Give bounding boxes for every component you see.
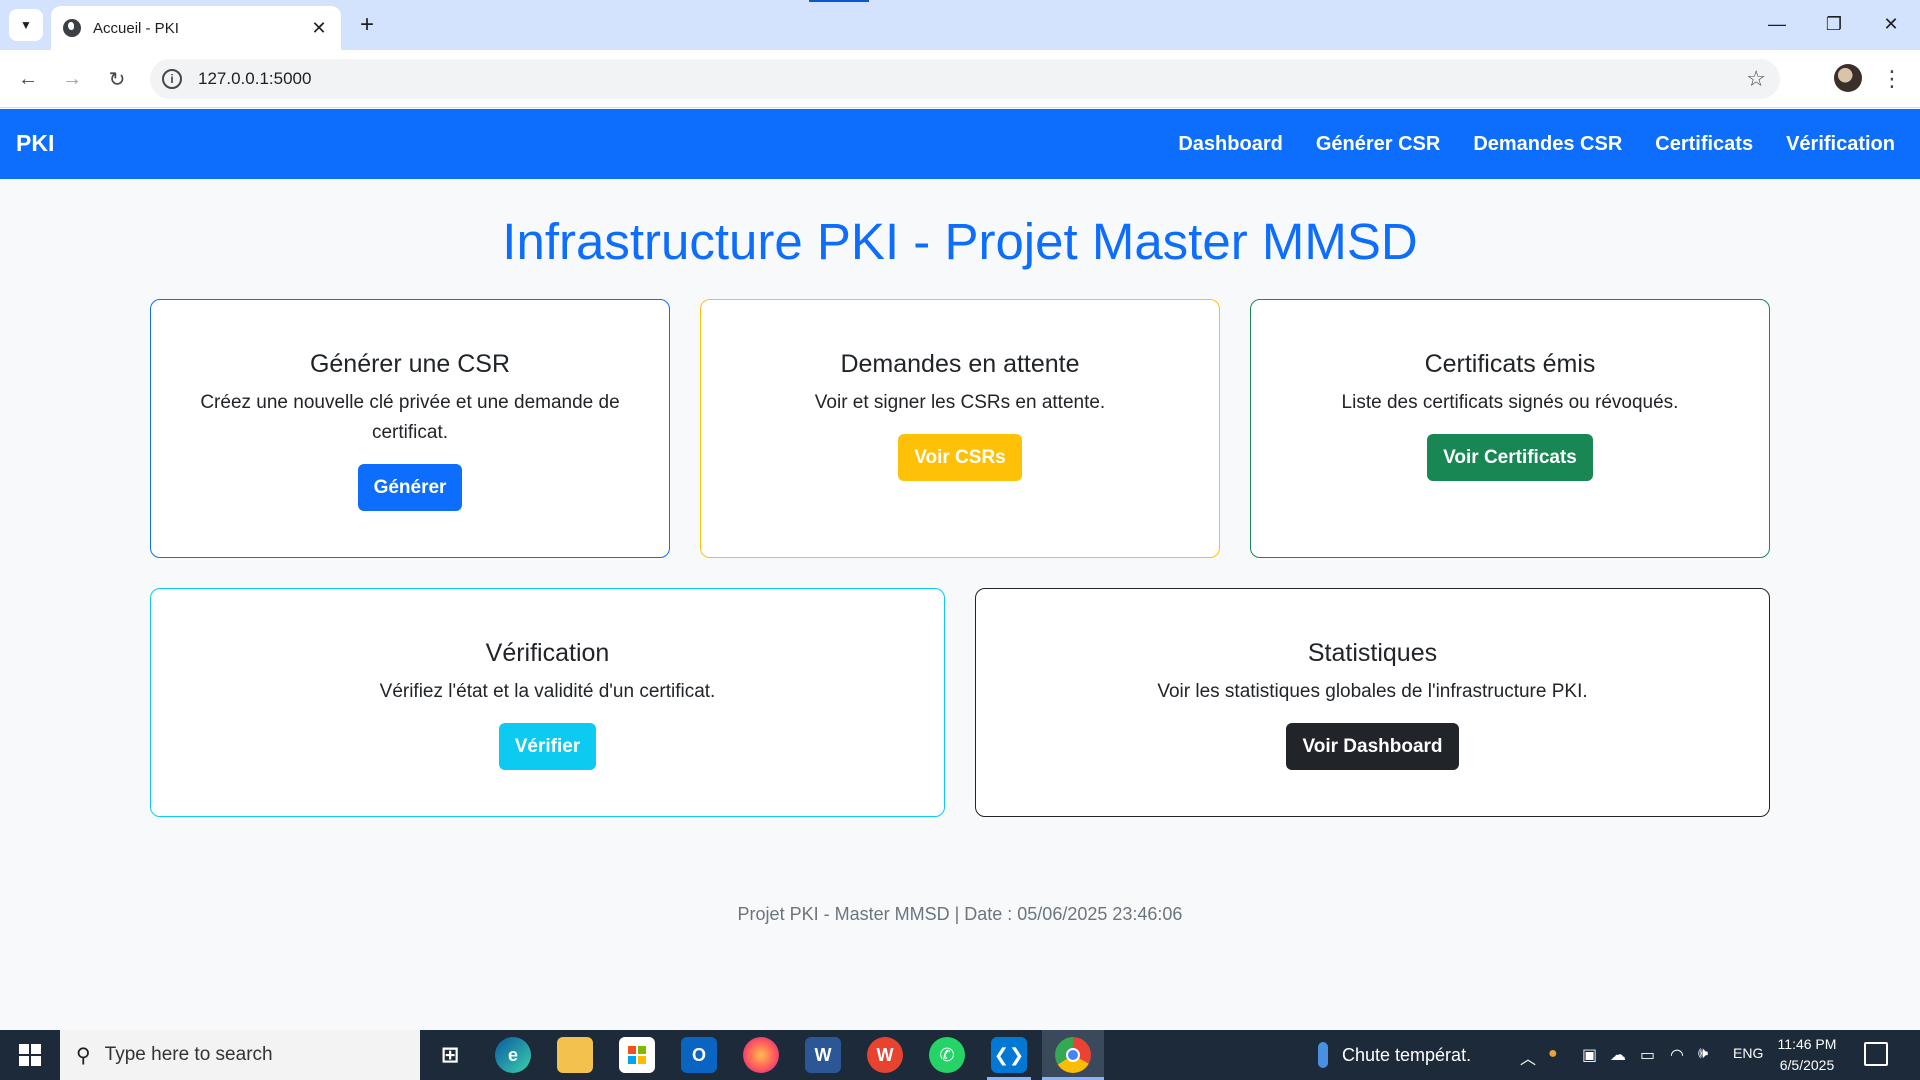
firefox-icon[interactable] [743,1037,779,1073]
page-footer: Projet PKI - Master MMSD | Date : 05/06/… [737,904,1183,924]
chevron-down-icon: ▼ [20,18,32,32]
microsoft-store-icon[interactable] [619,1037,655,1073]
verify-button[interactable]: Vérifier [498,723,597,770]
volume-icon[interactable]: 🕪 [1698,1045,1708,1063]
weather-widget[interactable]: Chute températ. [1318,1030,1471,1080]
onedrive-cloud-icon[interactable]: ☁ [1610,1045,1626,1065]
view-csrs-button[interactable]: Voir CSRs [898,434,1022,481]
address-bar[interactable]: i 127.0.0.1:5000 ☆ [150,59,1780,99]
file-explorer-icon[interactable] [557,1037,593,1073]
card-pending-requests: Demandes en attente Voir et signer les C… [700,299,1220,558]
nav-link-dashboard[interactable]: Dashboard [1178,133,1282,156]
language-indicator[interactable]: ENG [1733,1045,1763,1061]
restore-icon[interactable]: ❐ [1811,8,1857,40]
tray-app-icon[interactable]: ● [1548,1045,1558,1063]
weather-text: Chute températ. [1342,1044,1472,1065]
notification-center-icon[interactable] [1864,1042,1888,1066]
nav-link-generer-csr[interactable]: Générer CSR [1316,133,1441,156]
page-title: Infrastructure PKI - Projet Master MMSD [502,213,1418,270]
browser-tab-bar: ▼ Accueil - PKI ✕ + — ❐ ✕ [0,0,1920,50]
card-verification: Vérification Vérifiez l'état et la valid… [150,588,945,817]
card-text: Voir et signer les CSRs en attente. [814,392,1106,413]
card-text: Liste des certificats signés ou révoqués… [1341,392,1679,413]
card-title: Demandes en attente [840,350,1080,378]
wps-office-icon[interactable]: W [867,1037,903,1073]
meet-now-icon[interactable]: ▣ [1582,1045,1597,1065]
bookmark-star-icon[interactable]: ☆ [1746,66,1766,92]
search-placeholder: Type here to search [104,1044,273,1065]
clock-time: 11:46 PM [1777,1036,1837,1052]
task-view-icon[interactable]: ⊞ [432,1037,468,1073]
show-hidden-icons-icon[interactable]: ︿ [1520,1045,1536,1069]
system-clock[interactable]: 11:46 PM 6/5/2025 [1772,1034,1842,1076]
minimize-icon[interactable]: — [1754,8,1800,40]
nav-link-demandes-csr[interactable]: Demandes CSR [1473,133,1622,156]
tab-search-dropdown-button[interactable]: ▼ [9,9,43,41]
card-text: Créez une nouvelle clé privée et une dem… [200,392,620,443]
card-title: Vérification [485,639,610,667]
windows-logo-icon [19,1044,41,1066]
card-title: Générer une CSR [309,350,511,378]
whatsapp-icon[interactable]: ✆ [929,1037,965,1073]
thermometer-icon [1318,1042,1328,1068]
browser-tab-active[interactable]: Accueil - PKI ✕ [51,6,341,50]
card-issued-certificates: Certificats émis Liste des certificats s… [1250,299,1770,558]
forward-arrow-icon[interactable]: → [56,63,88,95]
reload-icon[interactable]: ↻ [101,63,133,95]
card-text: Vérifiez l'état et la validité d'un cert… [379,681,716,702]
windows-taskbar: ⚲ Type here to search ⊞ e O W W ✆ ❮❯ Chu… [0,1030,1920,1080]
tab-strip-accent [809,0,869,2]
card-statistics: Statistiques Voir les statistiques globa… [975,588,1770,817]
back-arrow-icon[interactable]: ← [12,63,44,95]
navbar-brand[interactable]: PKI [16,130,54,157]
view-dashboard-button[interactable]: Voir Dashboard [1286,723,1459,770]
nav-link-verification[interactable]: Vérification [1786,133,1895,156]
start-button[interactable] [0,1030,60,1080]
view-certificates-button[interactable]: Voir Certificats [1427,434,1593,481]
search-icon: ⚲ [76,1044,91,1067]
window-close-icon[interactable]: ✕ [1868,8,1914,40]
tab-close-icon[interactable]: ✕ [309,18,329,39]
globe-favicon-icon [63,19,81,37]
word-icon[interactable]: W [805,1037,841,1073]
card-title: Statistiques [1307,639,1438,667]
browser-toolbar: ← → ↻ i 127.0.0.1:5000 ☆ ⋮ [0,50,1920,108]
new-tab-plus-icon[interactable]: + [352,10,382,40]
site-info-icon[interactable]: i [162,69,182,89]
browser-menu-icon[interactable]: ⋮ [1880,63,1904,95]
wifi-icon[interactable]: ◠ [1670,1045,1684,1065]
profile-avatar[interactable] [1834,64,1862,92]
clock-date: 6/5/2025 [1779,1057,1835,1073]
navbar-links: Dashboard Générer CSR Demandes CSR Certi… [1178,109,1895,179]
tab-title: Accueil - PKI [93,19,179,37]
vscode-icon[interactable]: ❮❯ [991,1037,1027,1073]
battery-icon[interactable]: ▭ [1640,1045,1655,1065]
nav-link-certificats[interactable]: Certificats [1655,133,1753,156]
url-text[interactable]: 127.0.0.1:5000 [198,69,1746,89]
card-generate-csr: Générer une CSR Créez une nouvelle clé p… [150,299,670,558]
generate-button[interactable]: Générer [357,464,463,511]
taskbar-search-box[interactable]: ⚲ Type here to search [60,1030,420,1080]
chrome-icon[interactable] [1055,1037,1091,1073]
card-title: Certificats émis [1424,350,1596,378]
outlook-icon[interactable]: O [681,1037,717,1073]
edge-icon[interactable]: e [495,1037,531,1073]
card-text: Voir les statistiques globales de l'infr… [1157,681,1588,702]
site-navbar: PKI Dashboard Générer CSR Demandes CSR C… [0,109,1920,179]
